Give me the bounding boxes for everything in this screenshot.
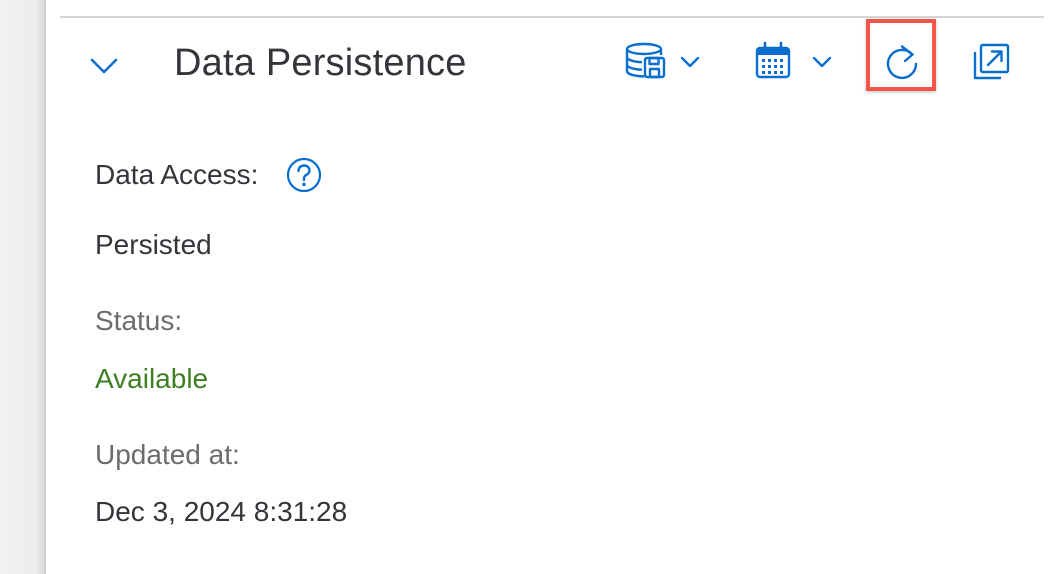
updated-at-label: Updated at: <box>95 439 240 470</box>
data-access-value: Persisted <box>95 229 212 260</box>
persistence-menu-button[interactable] <box>620 40 704 84</box>
data-access-label: Data Access: <box>95 159 259 190</box>
section-title: Data Persistence <box>174 42 467 84</box>
collapse-section-button[interactable] <box>84 44 124 84</box>
status-value: Available <box>95 363 209 394</box>
chevron-down-icon <box>90 58 118 74</box>
open-in-new-window-icon <box>973 43 1010 80</box>
open-in-new-window-button[interactable] <box>970 40 1014 84</box>
data-persistence-panel: Data Persistence Data Access: Persisted … <box>46 0 1058 574</box>
calendar-icon <box>755 41 791 79</box>
question-mark-icon <box>286 157 322 193</box>
chevron-down-icon <box>680 56 700 68</box>
left-panel-edge <box>0 0 46 574</box>
chevron-down-icon <box>812 56 832 68</box>
schedule-menu-button[interactable] <box>752 40 836 84</box>
page: Data Persistence Data Access: Persisted … <box>0 0 1058 574</box>
refresh-icon <box>886 45 918 80</box>
status-label: Status: <box>95 305 183 336</box>
database-save-icon <box>625 42 666 79</box>
updated-at-value: Dec 3, 2024 8:31:28 <box>95 496 348 527</box>
section-divider <box>60 16 1044 18</box>
refresh-button[interactable] <box>882 40 922 84</box>
data-access-help-button[interactable] <box>286 157 322 193</box>
